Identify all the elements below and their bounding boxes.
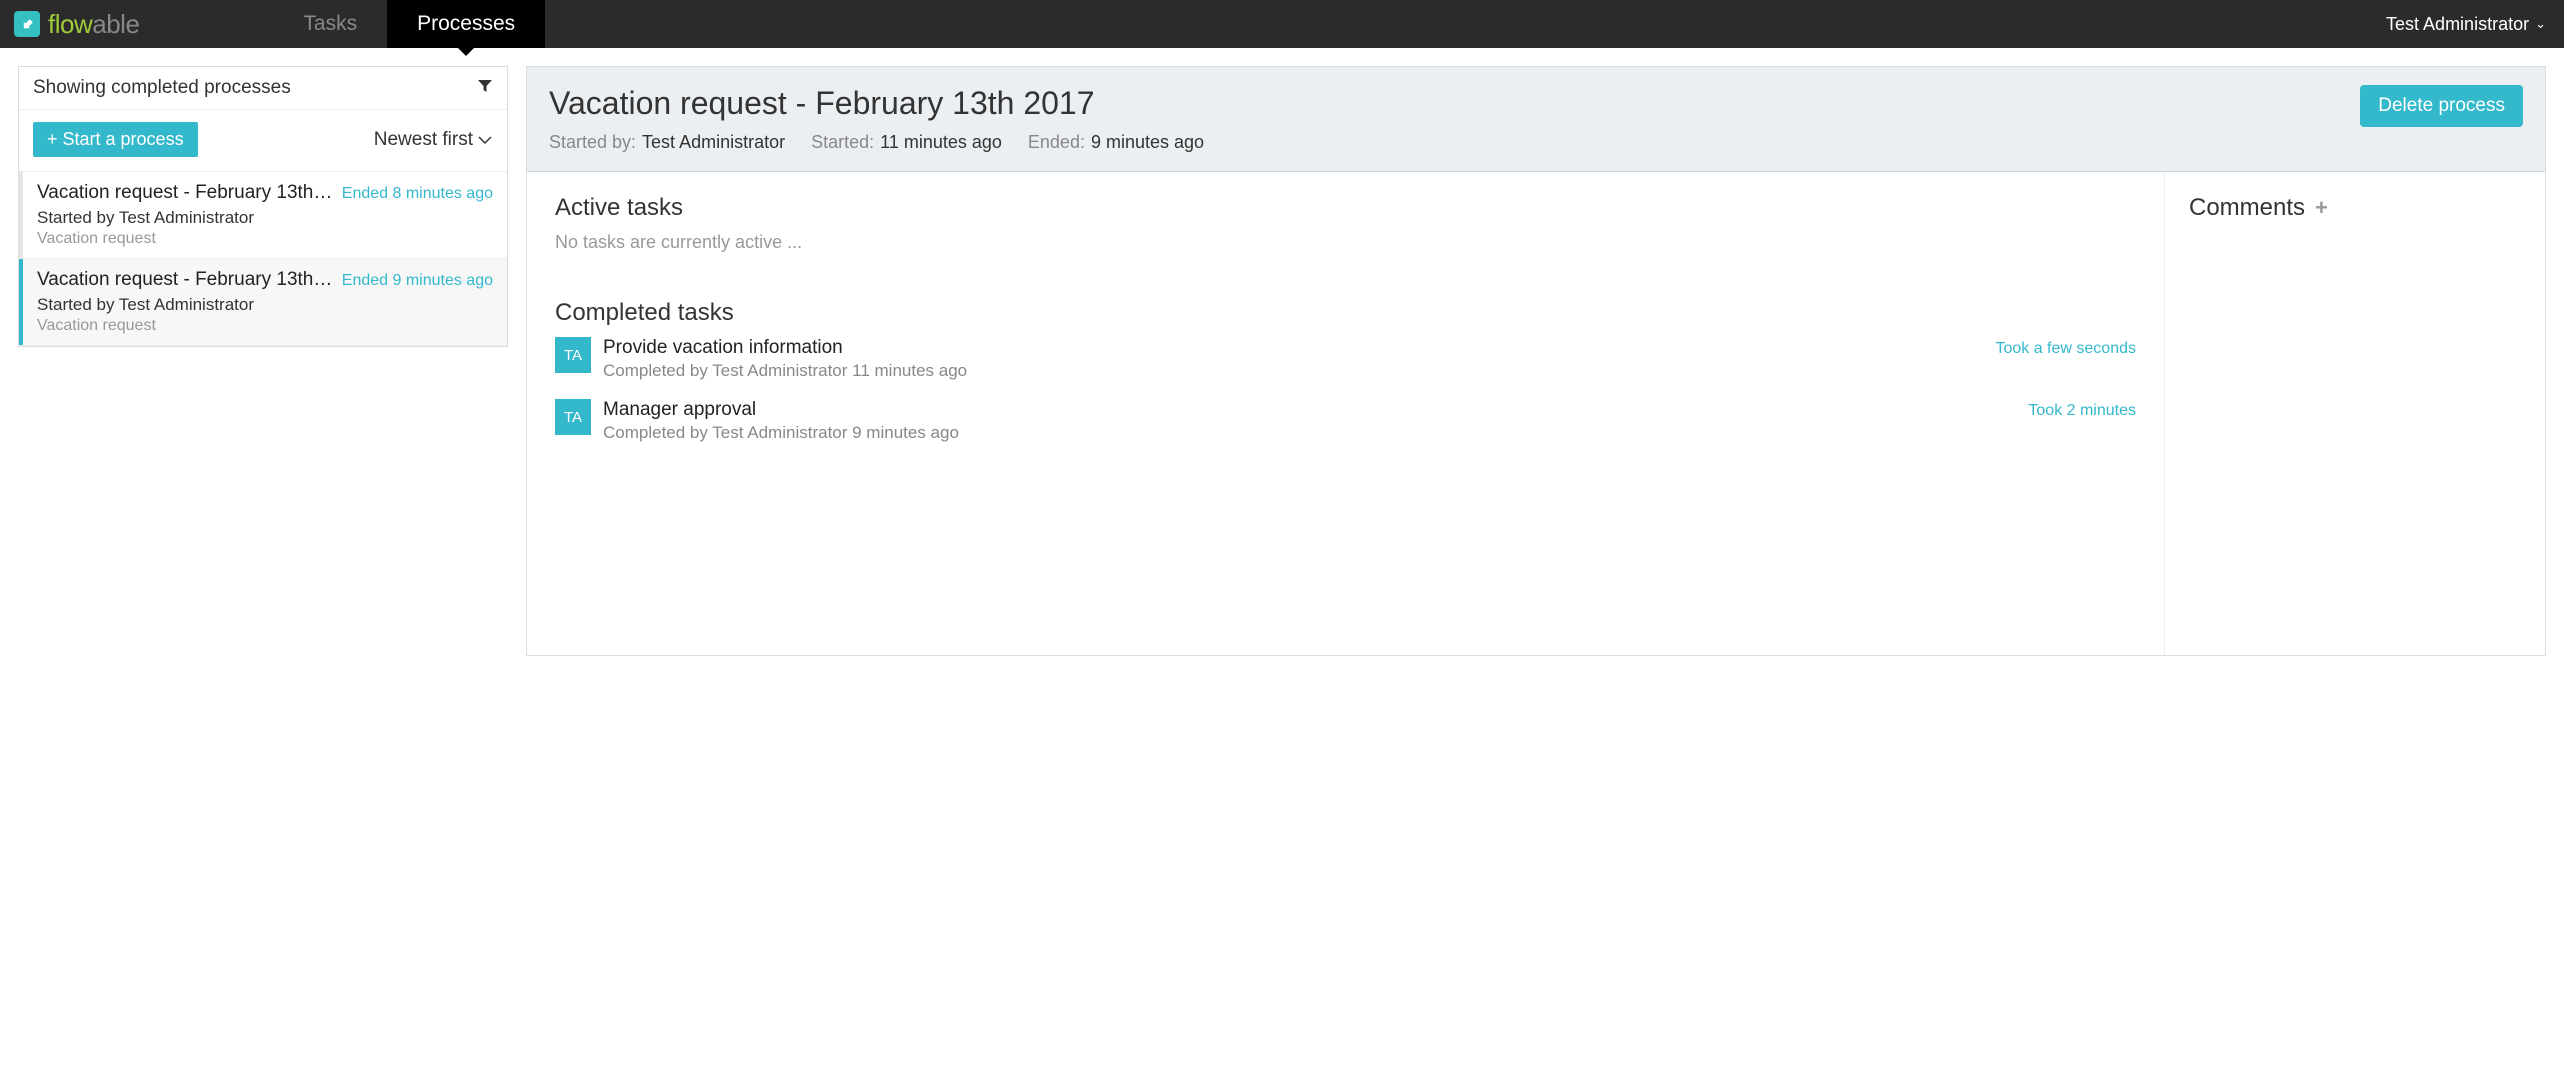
process-item-status: Ended 8 minutes ago (342, 185, 493, 203)
meta-started: Started:11 minutes ago (811, 132, 1002, 153)
process-detail: Vacation request - February 13th 2017 St… (526, 66, 2546, 656)
task-duration: Took 2 minutes (2028, 402, 2136, 420)
completed-task-item[interactable]: TA Manager approval Took 2 minutes Compl… (555, 399, 2136, 443)
nav-tabs: Tasks Processes (273, 0, 545, 48)
process-item-started-by: Started by Test Administrator (37, 295, 493, 315)
tab-processes[interactable]: Processes (387, 0, 545, 48)
comments-column: Comments + (2165, 172, 2545, 655)
tab-tasks[interactable]: Tasks (273, 0, 387, 48)
meta-started-by: Started by:Test Administrator (549, 132, 785, 153)
sort-label: Newest first (374, 129, 473, 151)
app-logo[interactable]: flowable (0, 0, 153, 48)
logo-icon (14, 11, 40, 37)
start-process-button[interactable]: + Start a process (33, 122, 198, 157)
process-sidebar: Showing completed processes + Start a pr… (18, 66, 508, 347)
sort-dropdown[interactable]: Newest first (374, 129, 493, 151)
process-item-definition: Vacation request (37, 317, 493, 335)
completed-tasks-heading: Completed tasks (555, 299, 2136, 327)
comments-heading: Comments (2189, 194, 2305, 222)
chevron-down-icon: ⌄ (2535, 16, 2546, 32)
process-title: Vacation request - February 13th 2017 (549, 85, 2340, 122)
top-navbar: flowable Tasks Processes Test Administra… (0, 0, 2564, 48)
tasks-column: Active tasks No tasks are currently acti… (527, 172, 2165, 655)
chevron-down-icon (477, 132, 493, 148)
task-sub: Completed by Test Administrator 11 minut… (603, 361, 2136, 381)
process-item-started-by: Started by Test Administrator (37, 208, 493, 228)
meta-ended: Ended:9 minutes ago (1028, 132, 1204, 153)
task-title: Manager approval (603, 399, 756, 421)
process-list-item[interactable]: Vacation request - February 13th… Ended … (19, 259, 507, 346)
process-item-status: Ended 9 minutes ago (342, 272, 493, 290)
completed-task-item[interactable]: TA Provide vacation information Took a f… (555, 337, 2136, 381)
process-item-title: Vacation request - February 13th… (37, 269, 332, 291)
logo-text: flowable (48, 9, 139, 40)
add-comment-icon[interactable]: + (2315, 195, 2328, 221)
avatar: TA (555, 399, 591, 435)
process-list: Vacation request - February 13th… Ended … (19, 172, 507, 346)
process-item-title: Vacation request - February 13th… (37, 182, 332, 204)
avatar: TA (555, 337, 591, 373)
task-duration: Took a few seconds (1995, 340, 2136, 358)
filter-icon[interactable] (477, 78, 493, 99)
detail-header: Vacation request - February 13th 2017 St… (527, 67, 2545, 172)
active-tasks-heading: Active tasks (555, 194, 2136, 222)
task-title: Provide vacation information (603, 337, 843, 359)
sidebar-heading: Showing completed processes (33, 77, 291, 99)
task-sub: Completed by Test Administrator 9 minute… (603, 423, 2136, 443)
process-item-definition: Vacation request (37, 230, 493, 248)
process-list-item[interactable]: Vacation request - February 13th… Ended … (19, 172, 507, 259)
user-menu[interactable]: Test Administrator ⌄ (2368, 0, 2564, 48)
active-tasks-empty: No tasks are currently active ... (555, 232, 2136, 253)
delete-process-button[interactable]: Delete process (2360, 85, 2523, 127)
user-name: Test Administrator (2386, 14, 2529, 35)
